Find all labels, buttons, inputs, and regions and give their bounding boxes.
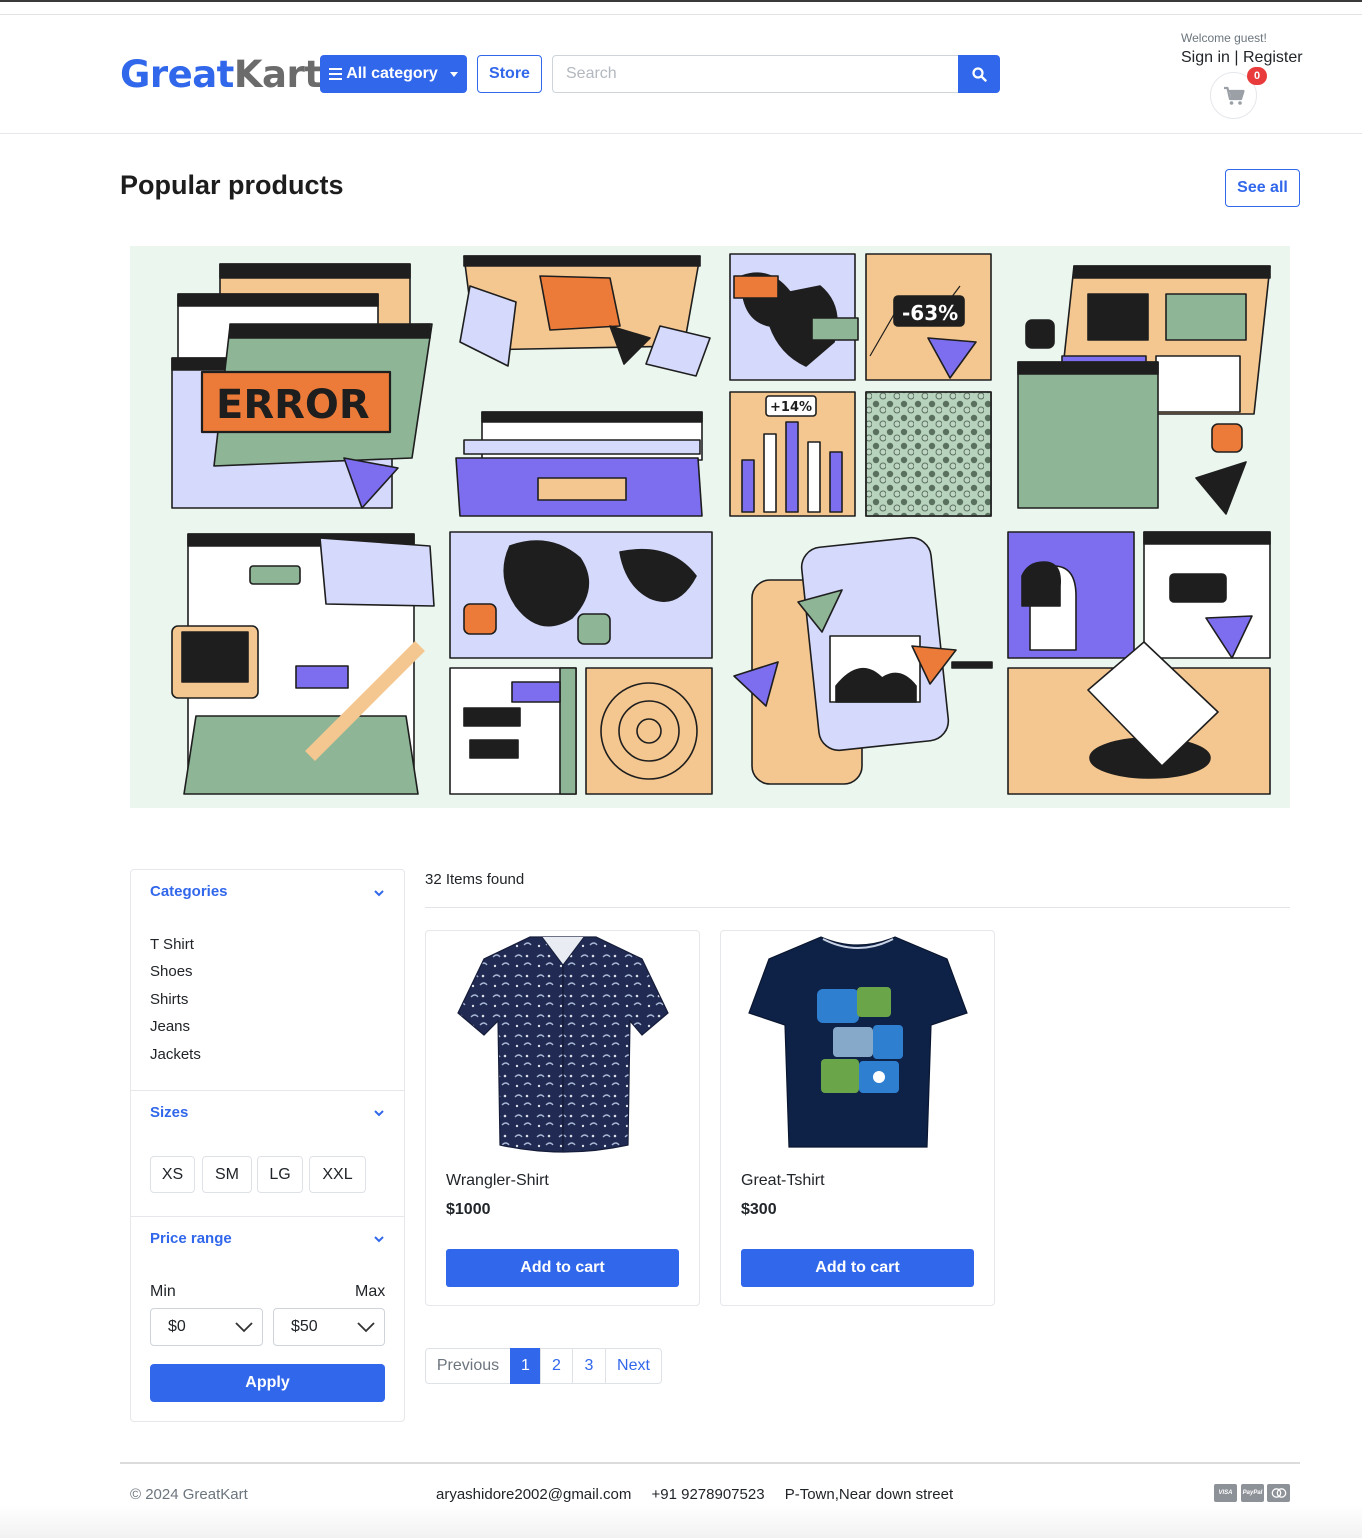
category-link-t-shirt[interactable]: T Shirt	[150, 936, 194, 953]
all-category-button[interactable]: All category	[320, 55, 467, 93]
mastercard-icon	[1267, 1484, 1290, 1502]
caret-down-icon	[449, 71, 458, 77]
paypal-icon: PayPal	[1241, 1484, 1264, 1502]
section-divider	[131, 1216, 404, 1217]
hero-banner: ERROR -63% +14%	[130, 246, 1290, 808]
chevron-down-icon	[357, 1322, 375, 1333]
size-option-lg[interactable]: LG	[257, 1156, 303, 1193]
auth-links: Sign in | Register	[1181, 49, 1303, 67]
chevron-down-icon[interactable]	[372, 1232, 386, 1246]
add-to-cart-button[interactable]: Add to cart	[446, 1249, 679, 1287]
banner-error-text: ERROR	[216, 382, 370, 428]
filter-sidebar: Categories T Shirt Shoes Shirts Jeans Ja…	[130, 869, 405, 1422]
auth-separator: |	[1234, 49, 1239, 66]
footer-copyright: © 2024 GreatKart	[130, 1486, 248, 1503]
window-top-border	[0, 0, 1362, 2]
size-option-xs[interactable]: XS	[150, 1156, 195, 1193]
pagination-page-3[interactable]: 3	[572, 1348, 606, 1384]
search-button[interactable]	[958, 55, 1000, 93]
banner-discount-text: -63%	[902, 301, 958, 325]
banner-illustration: ERROR -63% +14%	[171, 253, 1271, 795]
popular-products-title: Popular products	[120, 170, 344, 200]
category-link-shoes[interactable]: Shoes	[150, 963, 193, 980]
categories-toggle[interactable]: Categories	[150, 883, 228, 900]
product-price: $1000	[446, 1201, 491, 1218]
max-price-label: Max	[355, 1283, 386, 1300]
footer-address: P-Town,Near down street	[784, 1486, 954, 1503]
chevron-down-icon[interactable]	[372, 1106, 386, 1120]
product-card: Great-Tshirt $300 Add to cart	[720, 930, 995, 1306]
max-price-select[interactable]: $50	[273, 1308, 385, 1346]
brand-logo[interactable]: GreatKart	[120, 53, 322, 96]
apply-filter-button[interactable]: Apply	[150, 1364, 385, 1402]
footer-phone: +91 9278907523	[651, 1486, 765, 1503]
pagination-previous[interactable]: Previous	[425, 1348, 511, 1384]
product-card: Wrangler-Shirt $1000 Add to cart	[425, 930, 700, 1306]
size-option-sm[interactable]: SM	[202, 1156, 252, 1193]
sizes-toggle[interactable]: Sizes	[150, 1104, 188, 1121]
bars-icon	[329, 68, 343, 80]
search-input[interactable]	[552, 55, 959, 93]
min-price-label: Min	[150, 1283, 176, 1300]
site-header: GreatKart All category Store Welcome gue…	[0, 15, 1362, 134]
see-all-button[interactable]: See all	[1225, 169, 1300, 207]
cart-icon	[1223, 86, 1245, 105]
chevron-down-icon	[235, 1322, 253, 1333]
min-price-select[interactable]: $0	[150, 1308, 263, 1346]
product-name[interactable]: Wrangler-Shirt	[446, 1172, 549, 1190]
add-to-cart-button[interactable]: Add to cart	[741, 1249, 974, 1287]
product-image-great-tshirt[interactable]	[741, 931, 974, 1153]
product-price: $300	[741, 1201, 777, 1218]
pagination-page-2[interactable]: 2	[540, 1348, 573, 1384]
category-link-jeans[interactable]: Jeans	[150, 1018, 190, 1035]
visa-icon: VISA	[1214, 1484, 1237, 1502]
welcome-text: Welcome guest!	[1181, 31, 1267, 45]
search-icon	[971, 66, 987, 82]
footer-contact: aryashidore2002@gmail.com +91 9278907523…	[436, 1486, 969, 1503]
product-image-wrangler-shirt[interactable]	[446, 931, 679, 1153]
chevron-down-icon[interactable]	[372, 886, 386, 900]
pagination-next[interactable]: Next	[605, 1348, 662, 1384]
all-category-label: All category	[346, 65, 438, 82]
product-name[interactable]: Great-Tshirt	[741, 1172, 825, 1190]
pagination-page-1[interactable]: 1	[510, 1348, 541, 1384]
section-divider	[131, 1090, 404, 1091]
results-divider	[425, 907, 1290, 908]
category-link-shirts[interactable]: Shirts	[150, 991, 188, 1008]
min-price-value: $0	[168, 1318, 186, 1335]
store-button[interactable]: Store	[477, 55, 542, 93]
max-price-value: $50	[291, 1318, 318, 1335]
cart-count-badge: 0	[1247, 67, 1267, 85]
register-link[interactable]: Register	[1243, 49, 1303, 66]
sign-in-link[interactable]: Sign in	[1181, 49, 1230, 66]
footer-email[interactable]: aryashidore2002@gmail.com	[436, 1486, 631, 1503]
pagination: Previous 1 2 3 Next	[425, 1348, 662, 1384]
category-link-jackets[interactable]: Jackets	[150, 1046, 201, 1063]
size-option-xxl[interactable]: XXL	[309, 1156, 366, 1193]
items-found-count: 32 Items found	[425, 871, 525, 888]
price-range-toggle[interactable]: Price range	[150, 1230, 232, 1247]
banner-increase-text: +14%	[770, 400, 812, 415]
